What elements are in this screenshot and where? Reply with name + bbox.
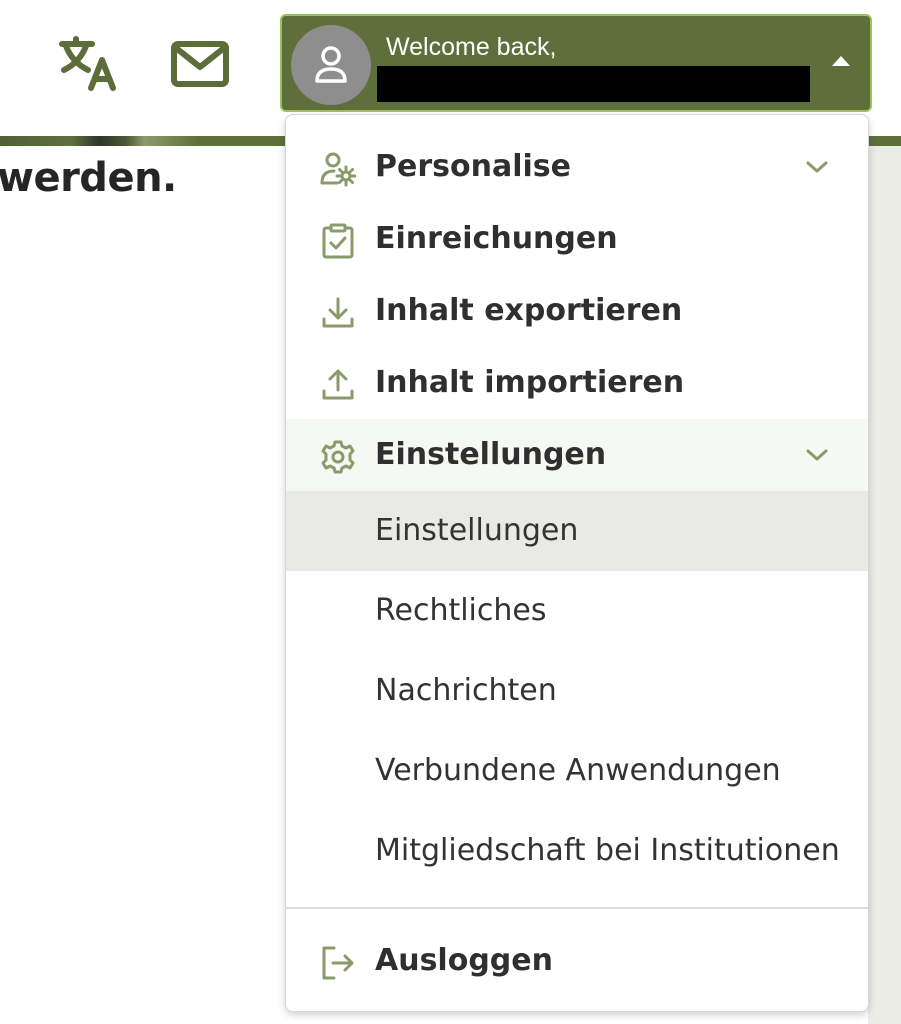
menu-item-label: Inhalt importieren (375, 365, 685, 400)
submenu-item-label: Verbundene Anwendungen (375, 753, 781, 788)
submenu-item-label: Rechtliches (375, 593, 547, 628)
menu-item-label: Einreichungen (375, 221, 618, 256)
chevron-down-icon (806, 449, 828, 461)
welcome-text: Welcome back, (386, 33, 557, 61)
avatar (291, 25, 371, 105)
submenu-item-nachrichten[interactable]: Nachrichten (286, 651, 868, 731)
menu-item-einreichungen[interactable]: Einreichungen (286, 203, 868, 275)
submenu-item-label: Mitgliedschaft bei Institutionen (375, 833, 840, 868)
menu-item-label: Einstellungen (375, 437, 607, 472)
download-icon (322, 297, 354, 328)
clipboard-check-icon (322, 223, 354, 259)
user-dropdown-menu: Personalise Einreichungen Inhalt exporti… (285, 114, 869, 1012)
submenu-item-mitgliedschaft[interactable]: Mitgliedschaft bei Institutionen (286, 811, 868, 891)
upload-icon (322, 369, 354, 400)
submenu-item-rechtliches[interactable]: Rechtliches (286, 571, 868, 651)
submenu-item-label: Einstellungen (375, 513, 579, 548)
menu-item-einstellungen[interactable]: Einstellungen (286, 419, 868, 491)
menu-item-inhalt-importieren[interactable]: Inhalt importieren (286, 347, 868, 419)
user-icon (315, 46, 347, 83)
menu-item-personalise[interactable]: Personalise (286, 131, 868, 203)
page-background-strip (868, 146, 901, 1024)
submenu-item-label: Nachrichten (375, 673, 557, 708)
submenu-item-einstellungen[interactable]: Einstellungen (286, 491, 868, 571)
logout-button[interactable]: Ausloggen (286, 925, 868, 997)
logout-icon (322, 946, 354, 980)
menu-item-label: Personalise (375, 149, 571, 184)
gear-icon (321, 440, 355, 474)
menu-divider (286, 907, 868, 909)
chevron-down-icon (806, 161, 828, 173)
user-gear-icon (320, 152, 356, 187)
menu-item-label: Ausloggen (375, 943, 553, 978)
translate-icon[interactable] (58, 36, 120, 92)
submenu-item-verbundene-anwendungen[interactable]: Verbundene Anwendungen (286, 731, 868, 811)
caret-up-icon (832, 56, 850, 66)
mail-icon[interactable] (170, 40, 230, 88)
page-heading: werden. (0, 155, 177, 201)
menu-item-inhalt-exportieren[interactable]: Inhalt exportieren (286, 275, 868, 347)
user-name (377, 66, 810, 102)
user-menu-button[interactable]: Welcome back, (280, 14, 872, 112)
menu-item-label: Inhalt exportieren (375, 293, 683, 328)
